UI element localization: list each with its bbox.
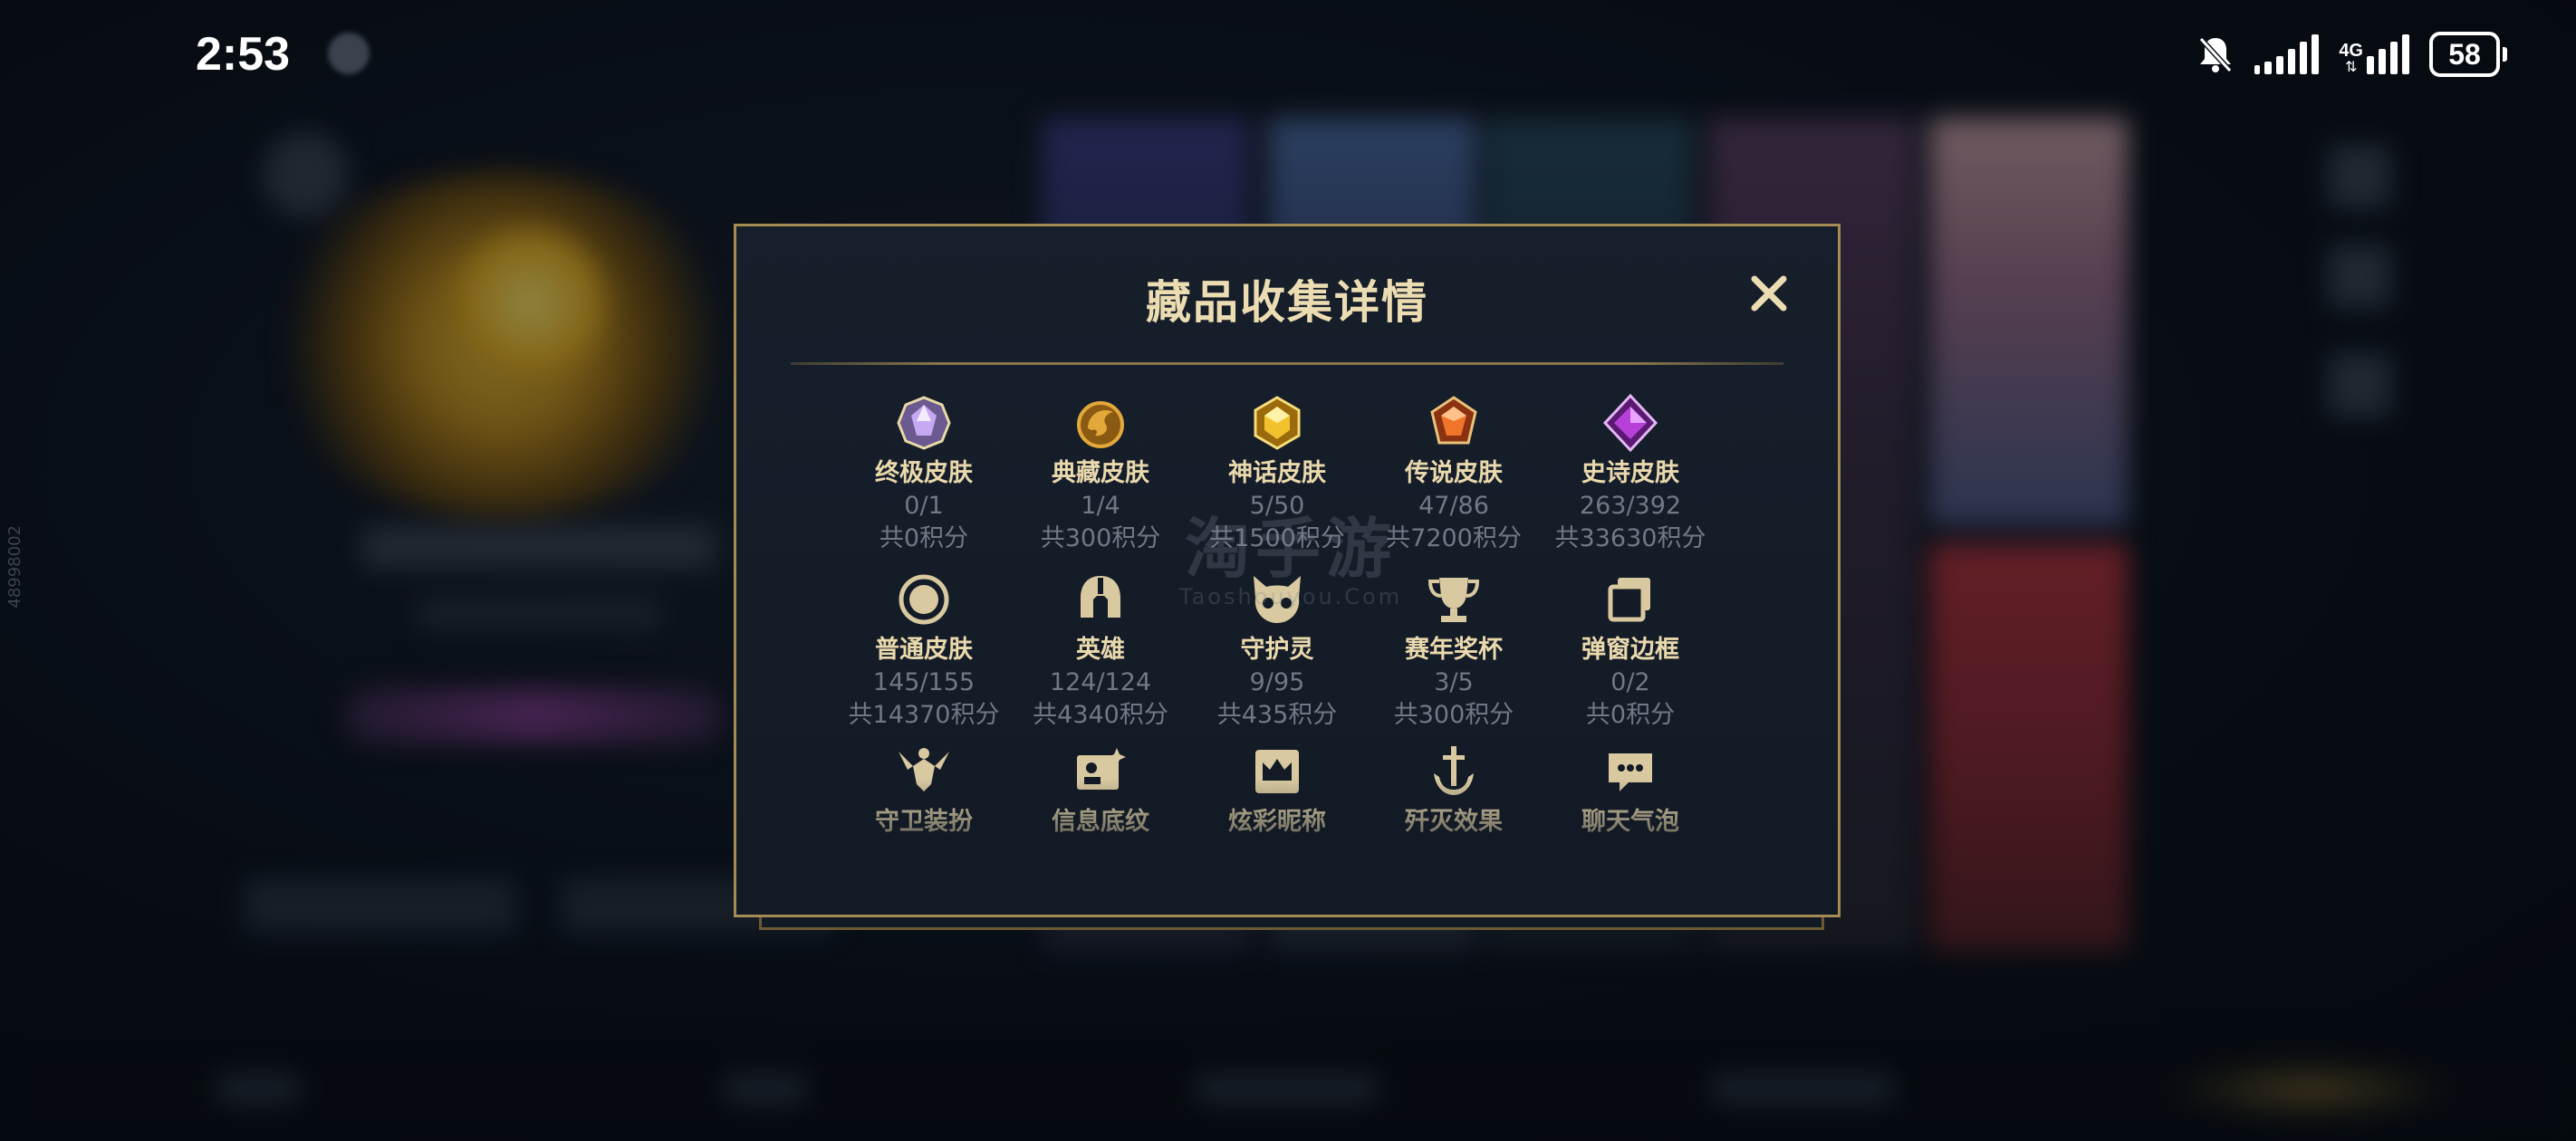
popup-frame-icon xyxy=(1531,570,1730,628)
legendary-skin-icon xyxy=(1354,394,1553,452)
network-type-label: 4G xyxy=(2339,41,2363,61)
ultimate-skin-icon xyxy=(824,394,1024,452)
collection-item[interactable]: 歼灭效果 xyxy=(1354,743,1553,839)
collection-details-dialog: 藏品收集详情 终极皮肤 0/1 共0积分 典藏皮肤 1/4 共300积分 神话皮肤 5/5… xyxy=(734,224,1841,917)
collection-item-count: 3/5 xyxy=(1434,668,1474,696)
collection-item-label: 守护灵 xyxy=(1240,636,1314,664)
collection-skin-icon xyxy=(1001,394,1200,452)
battery-icon: 58 xyxy=(2429,32,2507,77)
collection-item-points: 共14370积分 xyxy=(848,701,1000,729)
normal-skin-icon xyxy=(824,570,1024,628)
collection-item[interactable]: 信息底纹 xyxy=(1001,743,1200,839)
hero-helmet-icon xyxy=(1001,570,1200,628)
guardian-spirit-icon xyxy=(1177,570,1377,628)
collection-item-points: 共435积分 xyxy=(1216,701,1338,729)
collection-item[interactable]: 聊天气泡 xyxy=(1531,743,1730,839)
collection-item[interactable]: 神话皮肤 5/50 共1500积分 xyxy=(1177,394,1377,555)
collection-item-label: 聊天气泡 xyxy=(1581,808,1679,836)
settings-icon xyxy=(328,33,370,74)
status-bar: 2:53 4G ⇅ 58 xyxy=(0,0,2576,114)
collection-item-label: 守卫装扮 xyxy=(875,808,973,836)
collection-item[interactable]: 守护灵 9/95 共435积分 xyxy=(1177,570,1377,732)
screen: 48998002 2:53 4G ⇅ 58 藏品收集详情 终极皮肤 0/1 共0… xyxy=(0,0,2576,1141)
collection-item-count: 0/2 xyxy=(1610,668,1650,696)
collection-item[interactable]: 弹窗边框 0/2 共0积分 xyxy=(1531,570,1730,732)
collection-item-label: 终极皮肤 xyxy=(875,459,973,487)
collection-item-label: 信息底纹 xyxy=(1052,808,1149,836)
collection-item[interactable]: 赛年奖杯 3/5 共300积分 xyxy=(1354,570,1553,732)
collection-item-count: 9/95 xyxy=(1249,668,1305,696)
guard-outfit-icon xyxy=(824,743,1024,801)
collection-item-points: 共0积分 xyxy=(1585,701,1676,729)
battery-level: 58 xyxy=(2448,37,2481,71)
colorful-nickname-icon xyxy=(1177,743,1377,801)
kill-effect-icon xyxy=(1354,743,1553,801)
collection-item-label: 赛年奖杯 xyxy=(1405,636,1503,664)
signal-icon xyxy=(2254,34,2320,74)
signal-4g-icon: 4G ⇅ xyxy=(2339,34,2409,74)
collection-item-label: 史诗皮肤 xyxy=(1581,459,1679,487)
collection-item-points: 共1500积分 xyxy=(1209,524,1345,552)
side-id-text: 48998002 xyxy=(5,525,24,609)
collection-item[interactable]: 终极皮肤 0/1 共0积分 xyxy=(824,394,1024,555)
collection-grid: 终极皮肤 0/1 共0积分 典藏皮肤 1/4 共300积分 神话皮肤 5/50 共1500积… xyxy=(736,226,1838,915)
collection-item[interactable]: 史诗皮肤 263/392 共33630积分 xyxy=(1531,394,1730,555)
mythic-skin-icon xyxy=(1177,394,1377,452)
data-arrows-icon: ⇅ xyxy=(2344,58,2358,75)
collection-item-label: 弹窗边框 xyxy=(1581,636,1679,664)
collection-item-points: 共300积分 xyxy=(1393,701,1514,729)
collection-item[interactable]: 炫彩昵称 xyxy=(1177,743,1377,839)
collection-item-label: 神话皮肤 xyxy=(1228,459,1326,487)
collection-item-points: 共33630积分 xyxy=(1554,524,1706,552)
collection-item-points: 共300积分 xyxy=(1040,524,1161,552)
collection-item-points: 共7200积分 xyxy=(1386,524,1522,552)
collection-item-count: 0/1 xyxy=(904,492,944,520)
collection-item-label: 传说皮肤 xyxy=(1405,459,1503,487)
collection-item-label: 英雄 xyxy=(1076,636,1125,664)
collection-item[interactable]: 守卫装扮 xyxy=(824,743,1024,839)
chat-bubble-icon xyxy=(1531,743,1730,801)
collection-item[interactable]: 传说皮肤 47/86 共7200积分 xyxy=(1354,394,1553,555)
epic-skin-icon xyxy=(1531,394,1730,452)
collection-item-count: 5/50 xyxy=(1249,492,1305,520)
info-background-icon xyxy=(1001,743,1200,801)
collection-item-count: 47/86 xyxy=(1418,492,1489,520)
collection-item-count: 1/4 xyxy=(1081,492,1120,520)
collection-item-count: 124/124 xyxy=(1049,668,1152,696)
status-icons: 4G ⇅ 58 xyxy=(2196,31,2507,78)
collection-item[interactable]: 典藏皮肤 1/4 共300积分 xyxy=(1001,394,1200,555)
collection-item[interactable]: 普通皮肤 145/155 共14370积分 xyxy=(824,570,1024,732)
collection-item[interactable]: 英雄 124/124 共4340积分 xyxy=(1001,570,1200,732)
collection-item-points: 共0积分 xyxy=(879,524,969,552)
mute-bell-icon xyxy=(2196,34,2235,74)
collection-item-label: 典藏皮肤 xyxy=(1052,459,1149,487)
collection-item-points: 共4340积分 xyxy=(1033,701,1168,729)
collection-item-label: 普通皮肤 xyxy=(875,636,973,664)
trophy-icon xyxy=(1354,570,1553,628)
clock: 2:53 xyxy=(196,28,291,81)
collection-item-count: 145/155 xyxy=(872,668,976,696)
collection-item-label: 歼灭效果 xyxy=(1405,808,1503,836)
collection-item-count: 263/392 xyxy=(1579,492,1682,520)
collection-item-label: 炫彩昵称 xyxy=(1228,808,1326,836)
